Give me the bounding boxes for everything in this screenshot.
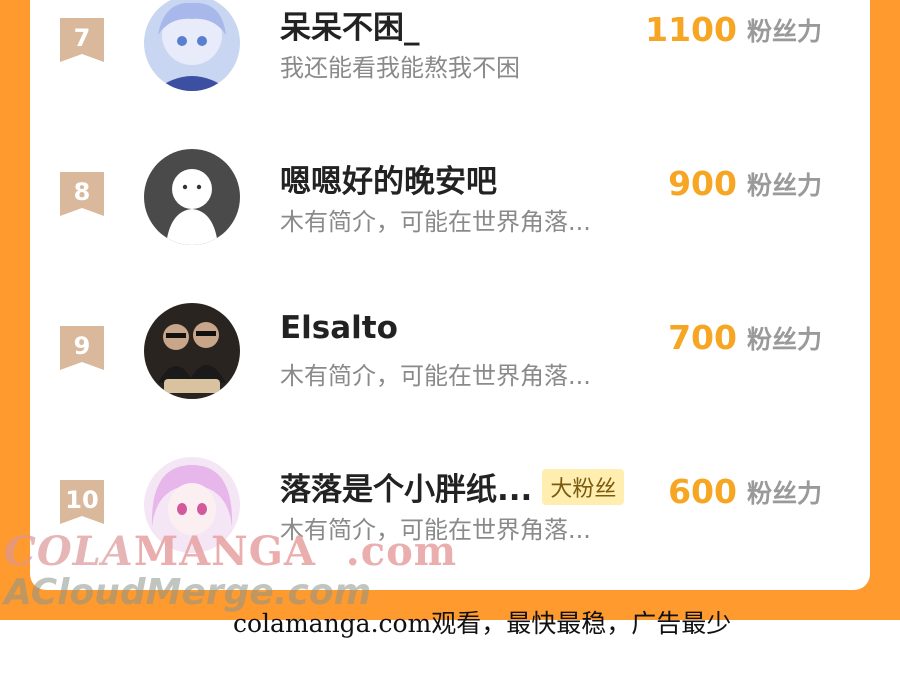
fans-unit: 粉丝力: [746, 170, 822, 200]
default-avatar[interactable]: [144, 149, 240, 245]
fans-unit: 粉丝力: [746, 324, 822, 354]
rank-number: 8: [73, 178, 91, 206]
user-name: 嗯嗯好的晚安吧: [280, 164, 497, 200]
fans-unit: 粉丝力: [746, 16, 822, 46]
user-name: 落落是个小胖纸...: [280, 472, 533, 508]
big-fan-badge: 大粉丝: [542, 468, 625, 505]
fans-count: 600: [668, 472, 737, 511]
user-bio: 我还能看我能熬我不困: [280, 54, 520, 82]
footer-caption: colamanga.com观看，最快最稳，广告最少: [233, 609, 732, 638]
rank-badge: 10: [60, 480, 104, 524]
user-bio: 木有简介，可能在世界角落...: [280, 362, 591, 390]
fans-power: 1100 粉丝力: [645, 10, 822, 49]
avatar[interactable]: [144, 0, 240, 91]
ranking-row[interactable]: 7 呆呆不困_ 我还能看我能熬我不困 1100 粉丝力: [30, 0, 870, 132]
watermark-part: .com: [345, 528, 458, 575]
ranking-row[interactable]: 9 Elsalto 木有简介，可能在世界角落... 700 粉丝力: [30, 303, 870, 440]
fans-power: 900 粉丝力: [668, 164, 822, 203]
fans-count: 900: [668, 164, 737, 203]
avatar[interactable]: [144, 303, 240, 399]
rank-number: 10: [65, 486, 99, 514]
user-bio: 木有简介，可能在世界角落...: [280, 208, 591, 236]
fans-power: 700 粉丝力: [668, 318, 822, 357]
fans-count: 1100: [645, 10, 737, 49]
rank-number: 9: [73, 332, 91, 360]
rank-badge: 9: [60, 326, 104, 370]
fans-unit: 粉丝力: [746, 478, 822, 508]
ranking-row[interactable]: 8 嗯嗯好的晚安吧 木有简介，可能在世界角落... 900 粉丝力: [30, 149, 870, 286]
watermark-part: MANGA: [133, 528, 316, 575]
user-name: Elsalto: [280, 310, 398, 346]
fans-ranking-card: 7 呆呆不困_ 我还能看我能熬我不困 1100 粉丝力 8 嗯嗯好的晚安吧 木有…: [30, 0, 870, 590]
rank-badge: 8: [60, 172, 104, 216]
watermark-part: COLA: [4, 528, 134, 575]
rank-badge: 7: [60, 18, 104, 62]
watermark-colamanga: COLAMANGA .com: [4, 528, 457, 575]
rank-number: 7: [73, 24, 91, 52]
user-name: 呆呆不困_: [280, 10, 420, 46]
fans-count: 700: [668, 318, 737, 357]
fans-power: 600 粉丝力: [668, 472, 822, 511]
orange-frame: 7 呆呆不困_ 我还能看我能熬我不困 1100 粉丝力 8 嗯嗯好的晚安吧 木有…: [0, 0, 900, 620]
